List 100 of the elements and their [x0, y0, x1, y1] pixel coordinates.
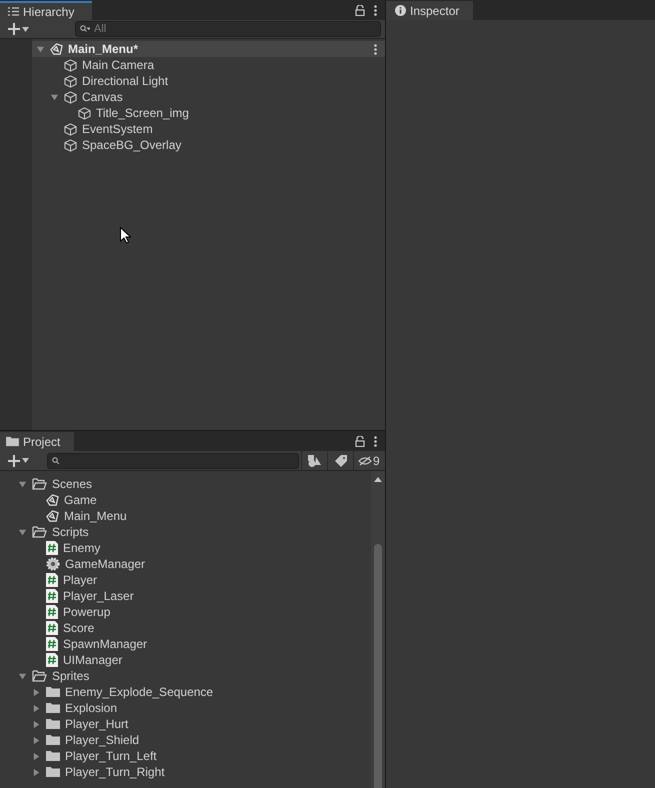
tree-row[interactable]: Explosion: [0, 700, 371, 716]
tree-row[interactable]: SpawnManager: [0, 636, 371, 652]
script-file-icon: [46, 541, 58, 555]
scene-header-row[interactable]: Main_Menu*: [32, 41, 385, 57]
open-folder-icon: [32, 526, 47, 538]
unity-logo-icon: [46, 494, 59, 506]
tree-row[interactable]: Enemy_Explode_Sequence: [0, 684, 371, 700]
cube-icon: [64, 138, 77, 152]
tree-row[interactable]: EventSystem: [32, 121, 385, 137]
script-file-icon: [46, 637, 58, 651]
tree-row[interactable]: UIManager: [0, 652, 371, 668]
collapsed-arrow-icon[interactable]: [32, 704, 41, 712]
collapsed-arrow-icon[interactable]: [32, 768, 41, 776]
item-label: Enemy_Explode_Sequence: [65, 684, 214, 700]
script-file-icon: [46, 621, 58, 635]
tree-row[interactable]: GameManager: [0, 556, 371, 572]
collapsed-arrow-icon[interactable]: [32, 720, 41, 728]
tree-row[interactable]: Enemy: [0, 540, 371, 556]
expanded-arrow-icon[interactable]: [18, 480, 27, 488]
tree-row[interactable]: Powerup: [0, 604, 371, 620]
item-label: Main Camera: [82, 57, 154, 73]
tree-row[interactable]: Main Camera: [32, 57, 385, 73]
folder-icon: [46, 766, 60, 778]
collapsed-arrow-icon[interactable]: [32, 688, 41, 696]
more-options-icon[interactable]: [374, 5, 377, 16]
tree-row[interactable]: Player_Turn_Right: [0, 764, 371, 780]
item-label: Player_Shield: [65, 732, 140, 748]
cube-icon: [64, 122, 77, 136]
tree-row[interactable]: Title_Screen_img: [32, 105, 385, 121]
tree-row[interactable]: SpaceBG_Overlay: [32, 137, 385, 153]
tree-row[interactable]: Player_Laser: [0, 588, 371, 604]
lock-icon[interactable]: [355, 436, 365, 447]
shapes-icon: [308, 454, 321, 466]
scrollbar[interactable]: [371, 471, 385, 788]
item-label: SpaceBG_Overlay: [82, 137, 182, 153]
hidden-eye-icon: [358, 456, 372, 466]
inspector-tab[interactable]: Inspector: [386, 1, 474, 20]
tab-label: Project: [23, 434, 60, 450]
tree-row[interactable]: Player_Hurt: [0, 716, 371, 732]
expanded-arrow-icon[interactable]: [18, 528, 27, 536]
folder-icon: [46, 718, 60, 730]
tree-row[interactable]: Canvas: [32, 89, 385, 105]
collapsed-arrow-icon[interactable]: [32, 736, 41, 744]
more-options-icon[interactable]: [374, 44, 377, 54]
item-label: Game: [64, 492, 97, 508]
folder-icon: [46, 734, 60, 746]
tree-row[interactable]: Scenes: [0, 476, 371, 492]
tree-row[interactable]: Player: [0, 572, 371, 588]
search-field[interactable]: All: [75, 21, 381, 37]
item-label: Scenes: [52, 476, 92, 492]
tree-row[interactable]: Score: [0, 620, 371, 636]
expanded-arrow-icon[interactable]: [18, 672, 27, 680]
tree-row[interactable]: Player_Turn_Left: [0, 748, 371, 764]
tree-row[interactable]: Sprites: [0, 668, 371, 684]
item-label: Player_Hurt: [65, 716, 128, 732]
cube-icon: [64, 58, 77, 72]
tree-row[interactable]: Scripts: [0, 524, 371, 540]
plus-icon: [8, 23, 20, 35]
folder-icon: [46, 686, 60, 698]
script-file-icon: [46, 573, 58, 587]
caret-icon: [22, 458, 29, 463]
folder-icon: [46, 750, 60, 762]
more-options-icon[interactable]: [374, 436, 377, 447]
expanded-arrow-icon[interactable]: [50, 92, 59, 102]
item-label: Explosion: [65, 700, 118, 716]
item-label: Title_Screen_img: [96, 105, 189, 121]
search-icon: [52, 456, 60, 464]
hierarchy-tab[interactable]: Hierarchy: [0, 1, 92, 20]
mouse-cursor-icon: [120, 227, 131, 244]
project-tab[interactable]: Project: [0, 432, 74, 451]
hidden-packages-button[interactable]: 9: [353, 451, 384, 470]
gear-icon: [46, 557, 60, 571]
tree-row[interactable]: Game: [0, 492, 371, 508]
item-label: Scripts: [52, 524, 89, 540]
item-label: Powerup: [63, 604, 110, 620]
item-label: Player_Turn_Left: [65, 748, 157, 764]
collapsed-arrow-icon[interactable]: [32, 752, 41, 760]
tab-label: Hierarchy: [23, 4, 74, 20]
item-label: GameManager: [65, 556, 146, 572]
item-label: UIManager: [63, 652, 122, 668]
item-label: Score: [63, 620, 94, 636]
unity-logo-icon: [50, 42, 63, 56]
search-field[interactable]: [47, 452, 299, 468]
tree-row[interactable]: Main_Menu: [0, 508, 371, 524]
open-folder-icon: [32, 670, 47, 682]
open-folder-icon: [32, 478, 47, 490]
item-label: Player: [63, 572, 98, 588]
cube-icon: [64, 90, 77, 104]
tree-row[interactable]: Player_Shield: [0, 732, 371, 748]
scroll-up-arrow-icon[interactable]: [374, 477, 382, 482]
expanded-arrow-icon[interactable]: [36, 44, 45, 54]
info-icon: [395, 5, 406, 16]
tab-label: Inspector: [410, 2, 460, 20]
item-label: SpawnManager: [63, 636, 148, 652]
tree-row[interactable]: Directional Light: [32, 73, 385, 89]
tag-icon: [334, 454, 346, 466]
script-file-icon: [46, 605, 58, 619]
script-file-icon: [46, 653, 58, 667]
lock-icon[interactable]: [355, 5, 365, 16]
item-label: Player_Turn_Right: [65, 764, 165, 780]
